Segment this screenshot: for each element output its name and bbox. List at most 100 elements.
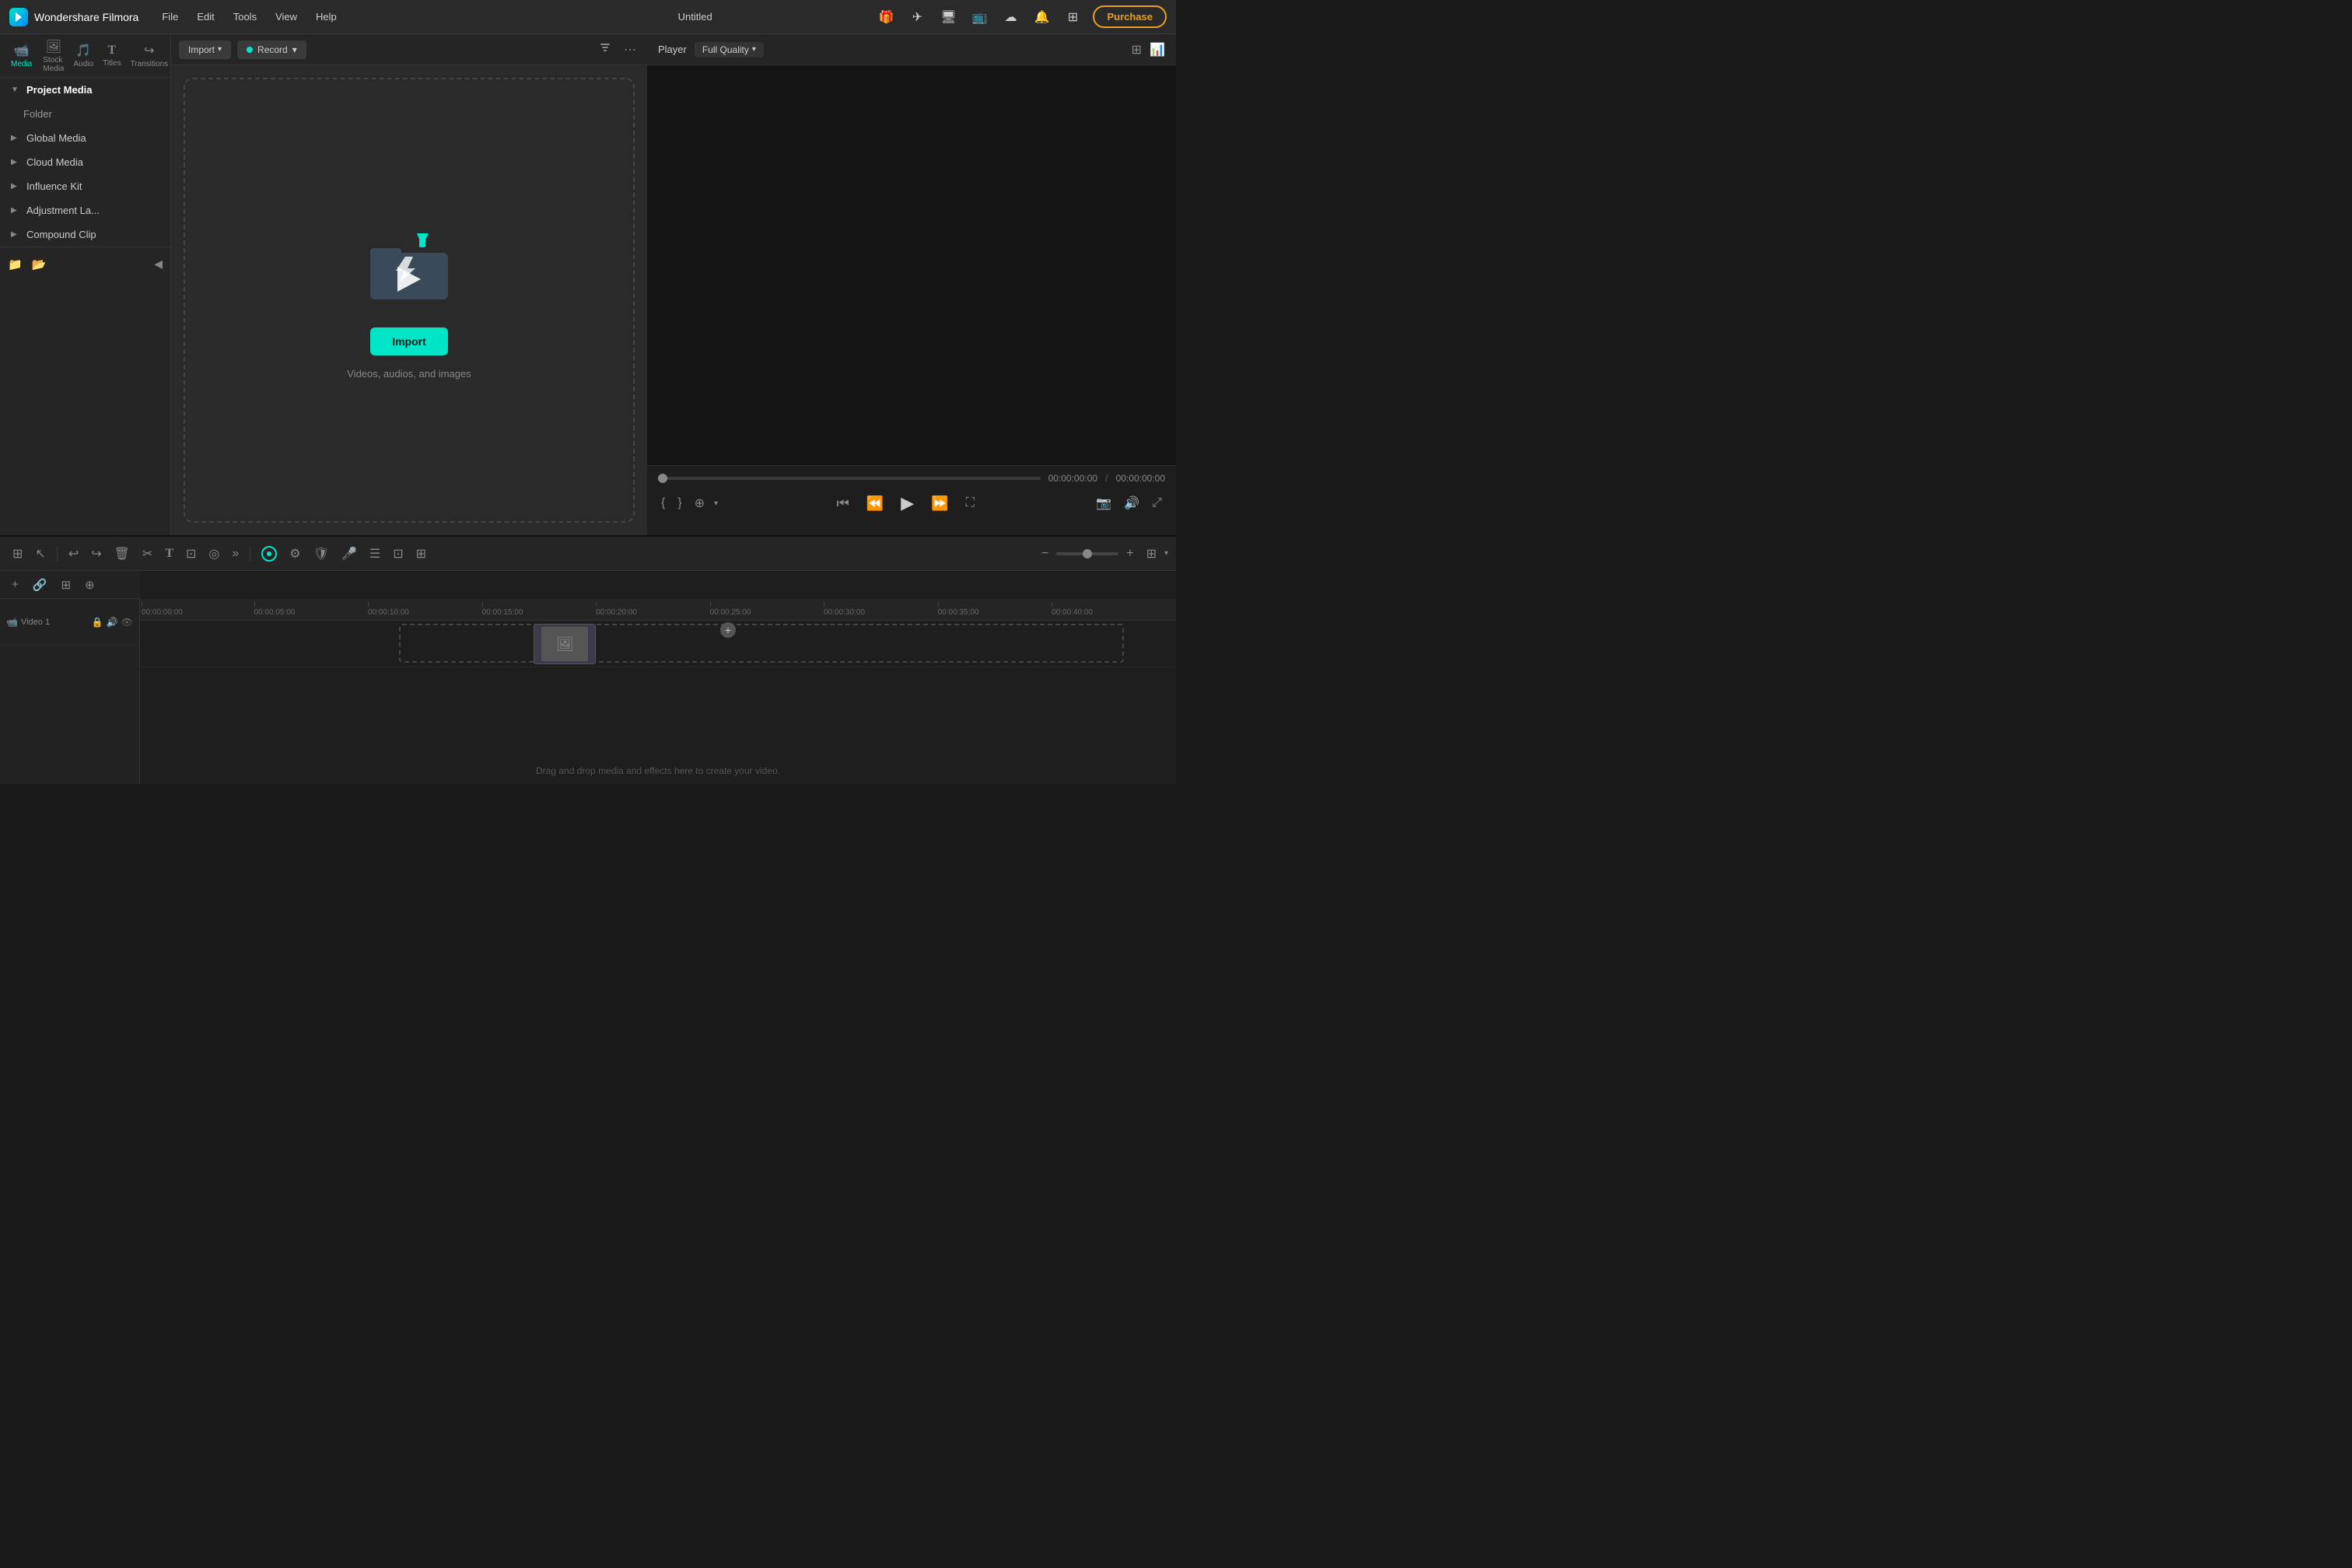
volume-button[interactable]: 🔊 (1121, 492, 1143, 514)
app-name: Wondershare Filmora (34, 11, 138, 23)
zoom-out-button[interactable]: − (1037, 543, 1053, 565)
layout-dropdown-arrow[interactable]: ▾ (1164, 549, 1168, 558)
track-eye-icon[interactable]: 👁 (121, 617, 133, 628)
timeline-crop-button[interactable]: ⊡ (181, 542, 201, 565)
collapse-sidebar-icon[interactable]: ◀ (154, 257, 163, 271)
timeline-delete-button[interactable]: 🗑 (110, 542, 135, 565)
drop-hint: Drag and drop media and effects here to … (536, 765, 780, 776)
add-to-timeline-arrow[interactable]: ▾ (714, 499, 718, 508)
timeline-redo-button[interactable]: ↪ (86, 542, 106, 565)
total-time: 00:00:00:00 (1116, 473, 1165, 484)
record-button[interactable]: Record ▾ (237, 40, 306, 59)
clip-add-button[interactable]: + (720, 622, 736, 638)
controls-right: 📷 🔊 ⤢ (1093, 492, 1165, 514)
tab-media[interactable]: 📹 Media (5, 40, 38, 72)
menu-file[interactable]: File (154, 8, 186, 26)
drop-area: Import Videos, audios, and images (184, 78, 635, 523)
timeline-speed-button[interactable]: » (227, 543, 243, 565)
player-view (647, 65, 1176, 465)
sidebar-item-adjustment-layer[interactable]: ▶ Adjustment La... (0, 198, 170, 222)
menu-help[interactable]: Help (308, 8, 345, 26)
track-volume-icon[interactable]: 🔊 (107, 617, 118, 628)
quality-selector[interactable]: Full Quality ▾ (695, 42, 764, 58)
timeline-effects-button[interactable]: ⚙ (285, 542, 305, 565)
tab-stock-media[interactable]: 🖼 Stock Media (38, 36, 68, 76)
more-button[interactable]: ⋯ (621, 39, 639, 61)
ruler-mark-6-label: 00:00:30:00 (824, 608, 865, 617)
split-button[interactable]: ⊞ (57, 575, 75, 595)
sidebar-item-compound-clip[interactable]: ▶ Compound Clip (0, 222, 170, 247)
frame-back-button[interactable]: ⏪ (863, 492, 887, 515)
audio-tab-icon: 🎵 (75, 43, 91, 58)
timeline-undo-button[interactable]: ↩ (64, 542, 83, 565)
filter-button[interactable] (596, 38, 614, 61)
timeline-mask-button[interactable]: ◎ (204, 542, 224, 565)
play-button[interactable]: ▶ (898, 490, 917, 516)
cloud-media-arrow: ▶ (11, 158, 20, 166)
menu-edit[interactable]: Edit (189, 8, 222, 26)
progress-row: 00:00:00:00 / 00:00:00:00 (658, 472, 1165, 484)
media-tab-icon: 📹 (14, 43, 30, 58)
tab-titles[interactable]: T Titles (98, 40, 126, 71)
timeline-ai-button[interactable] (257, 542, 282, 565)
timeline-select-button[interactable]: ↖ (30, 542, 50, 565)
tab-audio[interactable]: 🎵 Audio (68, 40, 98, 72)
add-track-button[interactable]: + (8, 575, 23, 594)
snapshot-button[interactable]: 📷 (1093, 492, 1115, 514)
ruler-mark-3: 00:00:15:00 (482, 608, 523, 617)
sidebar-item-influence-kit[interactable]: ▶ Influence Kit (0, 174, 170, 198)
timeline-grid-button[interactable]: ⊞ (8, 542, 27, 565)
link-button[interactable]: 🔗 (29, 575, 51, 595)
app-logo: Wondershare Filmora (9, 8, 138, 26)
timeline-subtitle-button[interactable]: ⊞ (411, 542, 431, 565)
gift-icon[interactable]: 🎁 (875, 6, 897, 28)
menu-items: File Edit Tools View Help (154, 8, 515, 26)
sidebar-item-global-media[interactable]: ▶ Global Media (0, 126, 170, 150)
timeline-mic-button[interactable]: 🎤 (337, 542, 362, 565)
frame-forward-button[interactable]: ⏩ (928, 492, 951, 515)
cloud-icon[interactable]: ☁ (999, 6, 1021, 28)
video-clip[interactable]: 🖼 (534, 624, 596, 664)
bell-icon[interactable]: 🔔 (1031, 6, 1052, 28)
player-chart-icon[interactable]: 📊 (1150, 42, 1165, 58)
folder-label: Folder (23, 108, 52, 120)
mark-in-button[interactable]: { (658, 493, 668, 513)
player-grid-icon[interactable]: ⊞ (1132, 42, 1142, 58)
menu-tools[interactable]: Tools (226, 8, 264, 26)
timeline-text-button[interactable]: T (160, 543, 178, 565)
ruler-mark-2: 00:00:10:00 (368, 608, 409, 617)
mark-out-button[interactable]: } (674, 493, 684, 513)
timeline-list-button[interactable]: ☰ (365, 542, 385, 565)
drop-icon-container (359, 222, 460, 315)
add-folder-icon[interactable]: 📁 (8, 257, 23, 271)
magnet-button[interactable]: ⊕ (81, 575, 99, 595)
track-lock-icon[interactable]: 🔒 (92, 617, 103, 628)
screen-icon[interactable]: 🖥 (937, 6, 959, 28)
zoom-slider[interactable] (1056, 552, 1118, 555)
send-icon[interactable]: ✈ (906, 6, 928, 28)
tab-transitions[interactable]: ↪ Transitions (126, 40, 170, 72)
fullscreen-button[interactable]: ⛶ (963, 493, 978, 513)
purchase-button[interactable]: Purchase (1093, 5, 1167, 28)
sidebar-item-project-media[interactable]: ▼ Project Media (0, 78, 170, 102)
timeline-cut-button[interactable]: ✂ (138, 542, 157, 565)
zoom-in-button[interactable]: + (1122, 543, 1138, 565)
timeline-shield-button[interactable]: 🛡 (309, 542, 334, 565)
monitor-icon[interactable]: 📺 (968, 6, 990, 28)
sidebar-item-cloud-media[interactable]: ▶ Cloud Media (0, 150, 170, 174)
import-button[interactable]: Import ▾ (179, 40, 231, 59)
import-folder-icon[interactable]: 📂 (32, 257, 47, 271)
grid-icon[interactable]: ⊞ (1062, 6, 1083, 28)
table-row: 🖼 + (140, 621, 1176, 667)
progress-bar[interactable] (658, 477, 1041, 480)
skip-back-button[interactable]: ⏮ (834, 492, 852, 515)
add-to-timeline-button[interactable]: ⊕ (691, 492, 708, 514)
timeline-captions-button[interactable]: ⊡ (388, 542, 408, 565)
menu-view[interactable]: View (268, 8, 305, 26)
project-media-arrow: ▼ (11, 86, 20, 94)
import-action-button[interactable]: Import (370, 327, 448, 355)
compound-clip-label: Compound Clip (26, 229, 96, 240)
sidebar-item-folder[interactable]: Folder (0, 102, 170, 126)
pip-button[interactable]: ⤢ (1149, 493, 1165, 513)
layout-button[interactable]: ⊞ (1142, 542, 1161, 565)
